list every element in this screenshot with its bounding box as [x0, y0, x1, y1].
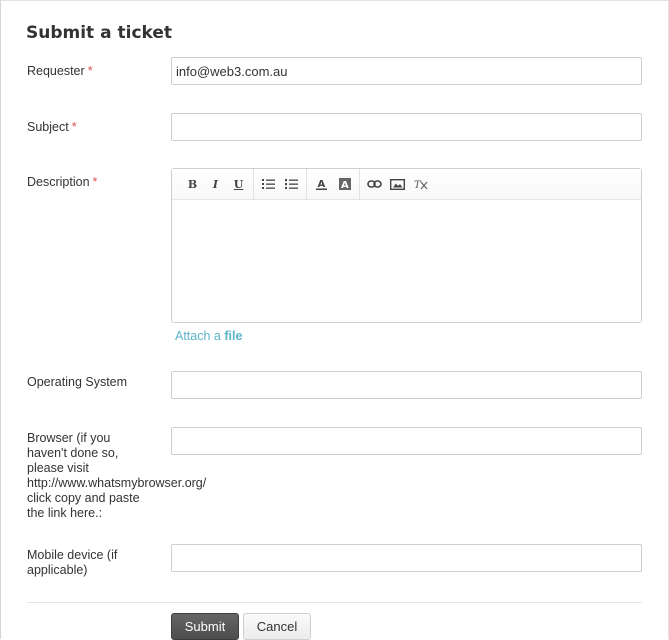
operating-system-label: Operating System [27, 375, 128, 389]
image-icon[interactable] [386, 173, 409, 195]
browser-input[interactable] [171, 427, 642, 455]
italic-icon[interactable]: I [204, 173, 227, 195]
subject-input[interactable] [171, 113, 642, 141]
format-group: B I U [178, 168, 254, 200]
numbered-list-icon[interactable] [280, 173, 303, 195]
clear-format-icon[interactable]: T [409, 173, 432, 195]
bold-icon[interactable]: B [181, 173, 204, 195]
required-marker: * [92, 175, 98, 189]
link-icon[interactable] [363, 173, 386, 195]
ticket-form-panel: Submit a ticket Requester* Subject* Desc… [0, 0, 669, 640]
requester-label: Requester * [27, 64, 93, 78]
underline-icon[interactable]: U [227, 173, 250, 195]
form-divider [27, 602, 642, 603]
svg-text:A: A [341, 180, 349, 190]
bullet-list-icon[interactable] [257, 173, 280, 195]
page-title: Submit a ticket [26, 23, 173, 43]
svg-text:A: A [318, 179, 326, 190]
list-group [254, 168, 307, 200]
mobile-device-label: Mobile device (if applicable) [27, 548, 118, 577]
required-marker: * [87, 64, 93, 78]
description-label: Description * [27, 175, 98, 189]
attach-file-link[interactable]: Attach a file [175, 329, 242, 343]
editor-toolbar: B I U A A T [172, 168, 641, 200]
color-group: A A [307, 168, 360, 200]
mobile-device-input[interactable] [171, 544, 642, 572]
required-marker: * [71, 120, 77, 134]
text-color-icon[interactable]: A [310, 173, 333, 195]
requester-input[interactable] [171, 57, 642, 85]
insert-group: T [360, 169, 435, 200]
cancel-button[interactable]: Cancel [243, 613, 311, 640]
description-editor: B I U A A T [171, 168, 642, 323]
background-color-icon[interactable]: A [333, 173, 356, 195]
submit-button[interactable]: Submit [171, 613, 239, 640]
operating-system-input[interactable] [171, 371, 642, 399]
subject-label: Subject * [27, 120, 77, 134]
description-textarea[interactable] [172, 200, 641, 322]
